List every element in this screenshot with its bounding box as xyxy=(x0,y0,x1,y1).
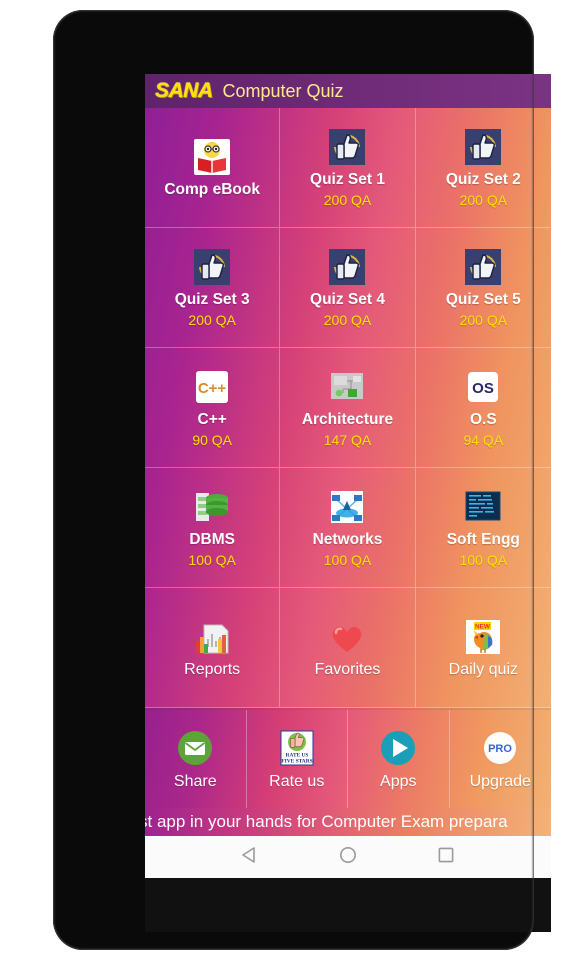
promo-marquee: st app in your hands for Computer Exam p… xyxy=(145,808,551,836)
heart-icon xyxy=(327,617,367,657)
grid-tile[interactable]: Soft Engg 100 QA xyxy=(415,468,551,588)
home-circle-icon[interactable] xyxy=(338,845,358,870)
bottom-bar-item-label: Rate us xyxy=(269,772,325,790)
grid-tile-title: Quiz Set 4 xyxy=(310,291,385,308)
report-chart-icon xyxy=(192,617,232,657)
grid-tile-question-count: 100 QA xyxy=(459,552,508,568)
grid-tile[interactable]: Favorites xyxy=(280,588,416,708)
grid-tile[interactable]: C++ C++ 90 QA xyxy=(145,348,281,468)
thumbs-up-icon xyxy=(463,247,503,287)
database-icon xyxy=(192,487,232,527)
bottom-bar-item-rate-us[interactable]: RATE US FIVE STARS Rate us xyxy=(247,710,348,808)
grid-tile-title: Quiz Set 1 xyxy=(310,171,385,188)
grid-tile[interactable]: Quiz Set 1 200 QA xyxy=(280,108,416,228)
grid-tile-title: C++ xyxy=(197,411,227,428)
svg-text:PRO: PRO xyxy=(488,743,512,755)
grid-tile-title: O.S xyxy=(469,411,497,428)
grid-tile[interactable]: NEW Daily quiz xyxy=(415,588,551,708)
grid-tile-question-count: 200 QA xyxy=(459,192,508,208)
grid-tile-title: Architecture xyxy=(301,411,394,428)
bottom-bar-item-label: Apps xyxy=(380,772,417,790)
grid-tile[interactable]: Quiz Set 3 200 QA xyxy=(145,228,281,348)
thumbs-up-icon xyxy=(192,247,232,287)
grid-tile[interactable]: Networks 100 QA xyxy=(280,468,416,588)
bottom-bar-item-label: Upgrade xyxy=(469,772,531,790)
thumbs-up-icon xyxy=(463,127,503,167)
grid-tile-question-count: 200 QA xyxy=(323,312,372,328)
thumbs-up-icon xyxy=(327,247,367,287)
page-title: Computer Quiz xyxy=(222,80,344,101)
grid-tile[interactable]: Comp eBook xyxy=(145,108,281,228)
recents-square-icon[interactable] xyxy=(436,845,456,870)
rate-stars-icon: RATE US FIVE STARS xyxy=(277,728,317,768)
grid-tile[interactable]: Quiz Set 5 200 QA xyxy=(415,228,551,348)
code-screen-icon xyxy=(463,487,503,527)
grid-tile-question-count: 90 QA xyxy=(192,432,233,448)
grid-tile-question-count: 200 QA xyxy=(188,312,236,328)
cpp-icon: C++ xyxy=(192,367,232,407)
grid-tile-title: Quiz Set 2 xyxy=(445,171,521,188)
svg-text:OS: OS xyxy=(472,380,494,397)
grid-tile-title: Favorites xyxy=(314,660,381,678)
grid-tile[interactable]: Reports xyxy=(145,588,281,708)
app-header-bar: SANA Computer Quiz xyxy=(145,74,551,108)
new-bird-icon: NEW xyxy=(463,617,503,657)
grid-tile-question-count: 200 QA xyxy=(323,192,372,208)
svg-text:RATE US: RATE US xyxy=(285,752,308,758)
grid-tile-question-count: 200 QA xyxy=(459,312,508,328)
svg-text:FIVE STARS: FIVE STARS xyxy=(281,758,312,764)
grid-tile[interactable]: Quiz Set 4 200 QA xyxy=(280,228,416,348)
network-icon xyxy=(327,487,367,527)
grid-tile[interactable]: Quiz Set 2 200 QA xyxy=(415,108,551,228)
bottom-bar-item-apps[interactable]: Apps xyxy=(348,710,450,808)
android-navigation-bar xyxy=(145,836,551,878)
grid-tile-title: Reports xyxy=(184,660,241,678)
os-icon: OS xyxy=(463,367,503,407)
device-screen: SANA Computer Quiz Comp eBook Quiz Set 1 2… xyxy=(145,74,551,932)
book-reader-icon xyxy=(192,137,232,177)
quiz-category-grid: Comp eBook Quiz Set 1 200 QA Quiz Set 2 200 … xyxy=(145,108,551,708)
back-triangle-icon[interactable] xyxy=(240,845,260,870)
tablet-device-frame: SANA Computer Quiz Comp eBook Quiz Set 1 2… xyxy=(53,10,551,950)
grid-tile-title: Comp eBook xyxy=(164,180,260,198)
grid-tile-title: Daily quiz xyxy=(448,660,518,678)
grid-tile[interactable]: OS O.S 94 QA xyxy=(415,348,551,468)
grid-tile-question-count: 94 QA xyxy=(463,432,504,448)
grid-tile-question-count: 147 QA xyxy=(323,432,372,448)
grid-tile-title: Networks xyxy=(312,531,383,548)
pro-badge-icon: PRO xyxy=(480,728,520,768)
grid-tile-question-count: 100 QA xyxy=(323,552,372,568)
grid-tile[interactable]: Architecture 147 QA xyxy=(280,348,416,468)
svg-text:C++: C++ xyxy=(198,380,227,397)
grid-tile-title: Quiz Set 5 xyxy=(445,291,521,308)
app-logo: SANA xyxy=(155,79,213,102)
architecture-icon xyxy=(327,367,367,407)
play-store-icon xyxy=(378,728,418,768)
thumbs-up-icon xyxy=(327,127,367,167)
grid-tile-title: Soft Engg xyxy=(446,531,520,548)
grid-tile-question-count: 100 QA xyxy=(188,552,236,568)
bottom-bar-item-upgrade[interactable]: PRO Upgrade xyxy=(450,710,552,808)
grid-tile[interactable]: DBMS 100 QA xyxy=(145,468,281,588)
bottom-bar-item-share[interactable]: Share xyxy=(145,710,247,808)
bottom-bar-item-label: Share xyxy=(173,772,217,790)
grid-tile-title: Quiz Set 3 xyxy=(174,291,250,308)
envelope-icon xyxy=(175,728,215,768)
promo-marquee-text: st app in your hands for Computer Exam p… xyxy=(145,812,508,831)
bottom-action-bar: Share RATE US FIVE STARS Rate us Apps PRO Upgr… xyxy=(145,708,551,808)
grid-tile-title: DBMS xyxy=(189,531,235,548)
svg-text:NEW: NEW xyxy=(475,623,491,630)
